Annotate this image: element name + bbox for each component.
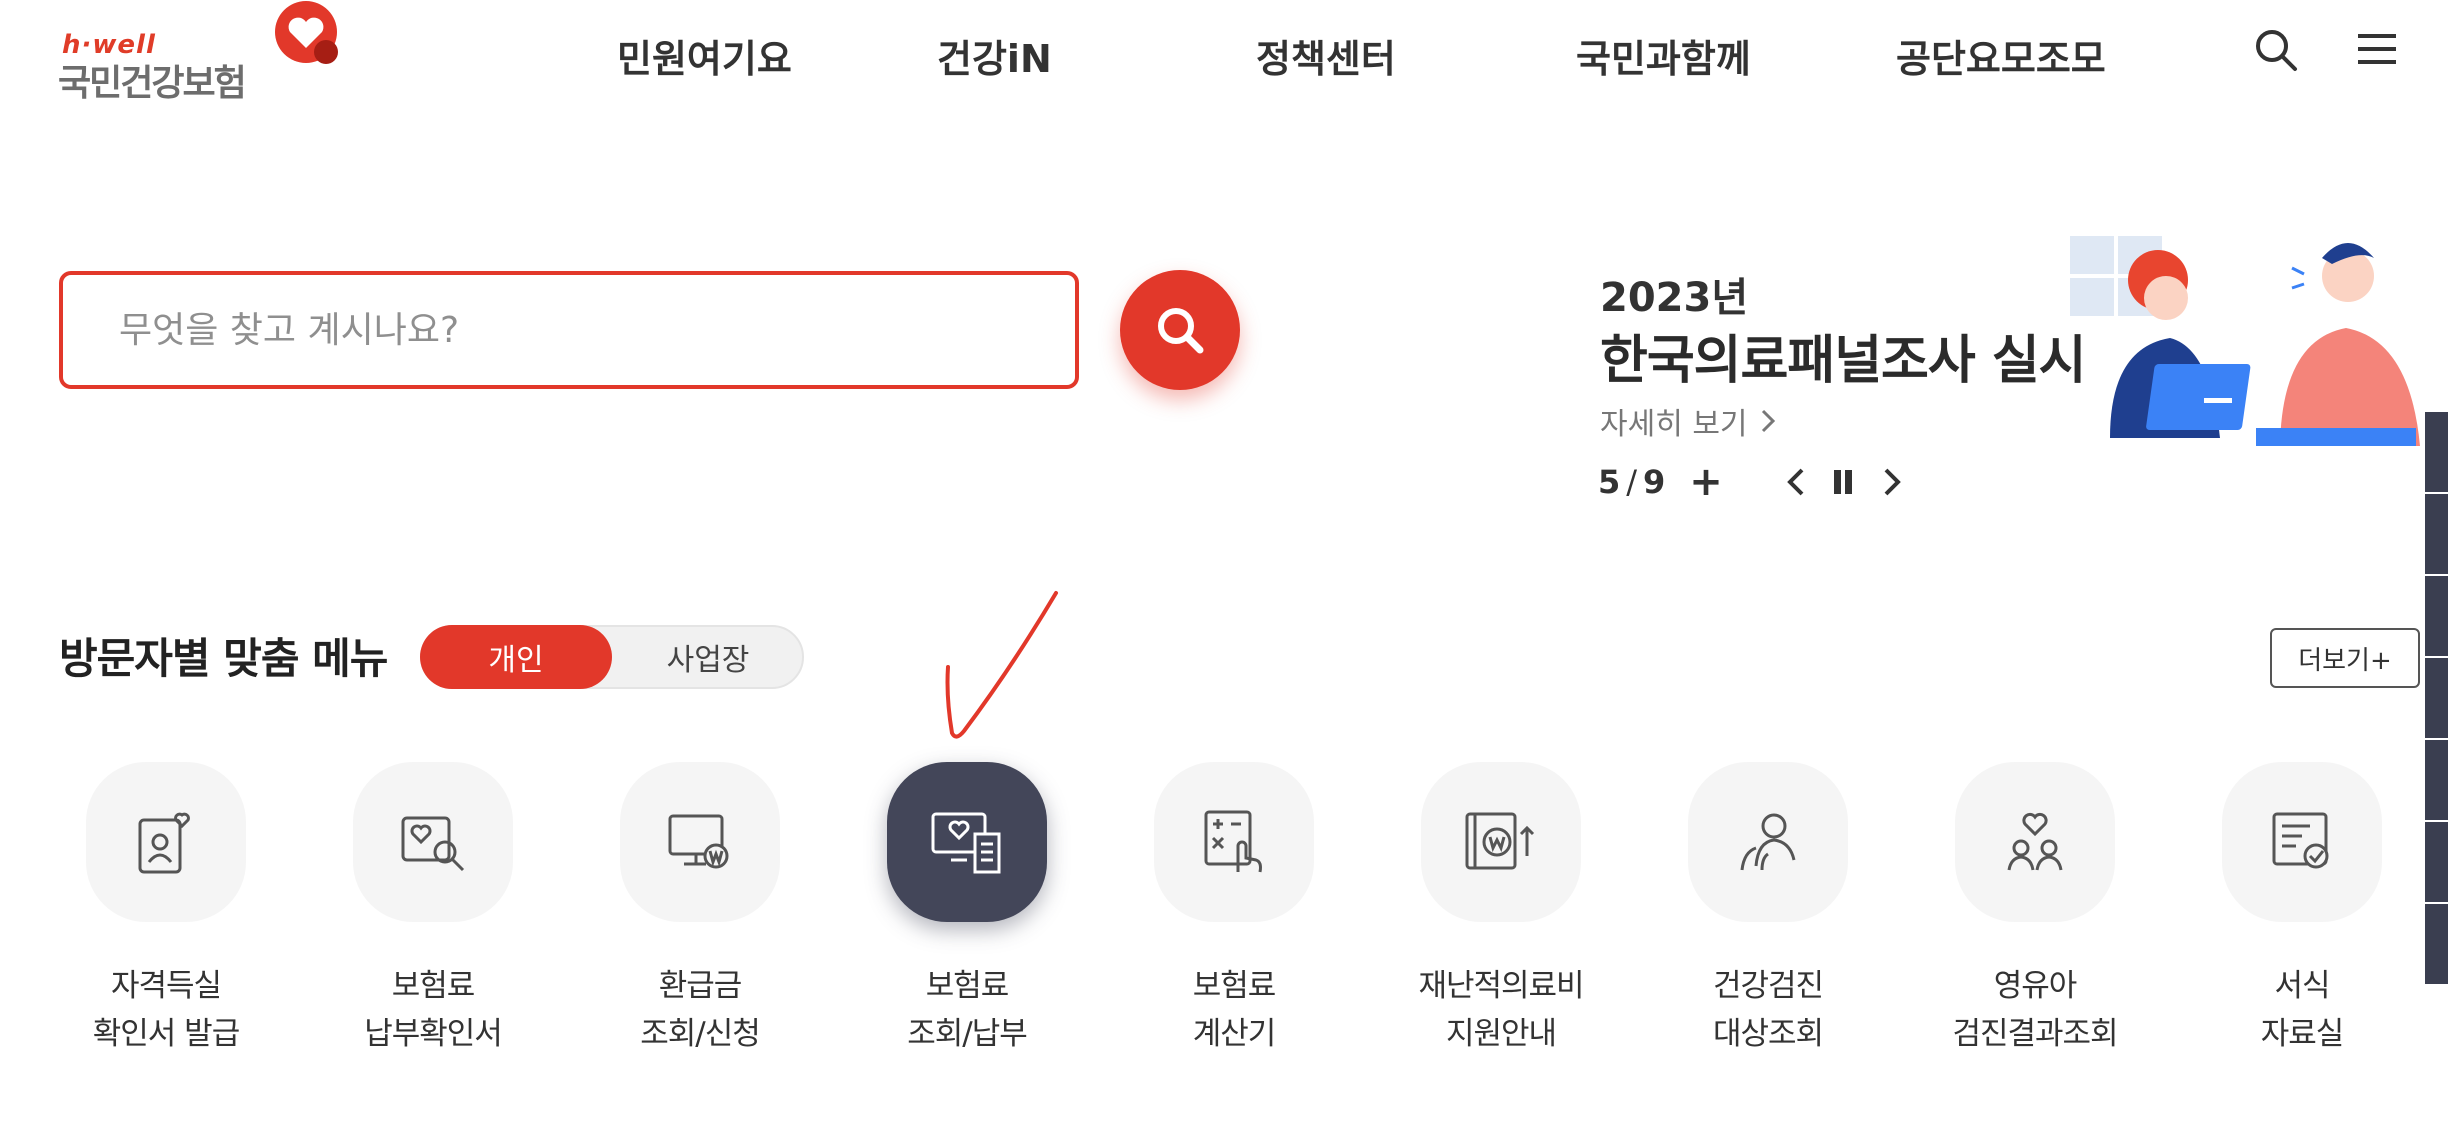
menu-item-checkup-eligibility[interactable]: 건강검진 대상조회 (1658, 762, 1878, 1062)
menu-label: 자격득실 확인서 발급 (56, 962, 276, 1058)
banner-separator: / (1626, 463, 1638, 501)
menu-label-line1: 서식 (2274, 968, 2330, 1004)
checkmark-annotation-icon (945, 591, 1058, 739)
banner-more-label: 자세히 보기 (1600, 407, 1748, 442)
quick-menu-rail[interactable] (2425, 412, 2448, 984)
tab-personal[interactable]: 개인 (420, 625, 612, 689)
calculator-icon (1204, 810, 1262, 873)
tab-business[interactable]: 사업장 (612, 625, 804, 689)
menu-label-line2: 계산기 (1192, 1016, 1277, 1052)
menu-label: 재난적의료비 지원안내 (1391, 962, 1611, 1058)
menu-label-line1: 자격득실 (110, 968, 222, 1004)
menu-item-payment-certificate[interactable]: 보험료 납부확인서 (323, 762, 543, 1062)
menu-label-line1: 환급금 (658, 968, 743, 1004)
menu-label-line2: 자료실 (2260, 1016, 2345, 1052)
rail-divider (2425, 656, 2448, 658)
banner-prev-button[interactable] (1776, 460, 1816, 504)
nav-item-about[interactable]: 공단요모조모 (1896, 28, 2106, 83)
menu-item-forms-library[interactable]: 서식 자료실 (2192, 762, 2412, 1062)
rail-divider (2425, 738, 2448, 740)
nav-item-citizens[interactable]: 국민과함께 (1576, 28, 1751, 83)
menu-label-line1: 보험료 (1192, 968, 1277, 1004)
search-icon[interactable] (2254, 28, 2298, 72)
banner-next-button[interactable] (1872, 460, 1912, 504)
menu-icon-box (1421, 762, 1581, 922)
menu-label-line1: 재난적의료비 (1418, 968, 1584, 1004)
site-logo[interactable]: h·well 국민건강보험 (58, 0, 358, 110)
menu-label-line1: 보험료 (925, 968, 1010, 1004)
banner-pager: 5/9 (1598, 463, 1665, 501)
menu-item-refund[interactable]: 환급금 조회/신청 (590, 762, 810, 1062)
banner-pause-button[interactable] (1823, 460, 1863, 504)
more-button[interactable]: 더보기+ (2270, 628, 2420, 688)
family-heart-icon (2007, 812, 2063, 871)
menu-label-line2: 검진결과조회 (1952, 1016, 2118, 1052)
banner-current: 5 (1598, 463, 1621, 501)
menu-icon-box (1154, 762, 1314, 922)
menu-icon-box (887, 762, 1047, 922)
menu-item-premium-calculator[interactable]: 보험료 계산기 (1124, 762, 1344, 1062)
menu-label: 보험료 조회/납부 (857, 962, 1077, 1058)
menu-icon-box (86, 762, 246, 922)
nav-item-civil[interactable]: 민원여기요 (617, 28, 792, 83)
search-box (59, 271, 1079, 389)
menu-label-line2: 조회/납부 (907, 1016, 1028, 1052)
rail-divider (2425, 574, 2448, 576)
banner-more-link[interactable]: 자세히 보기 (1600, 399, 1776, 443)
menu-icon-box (353, 762, 513, 922)
book-won-icon (1465, 812, 1535, 870)
search-button[interactable] (1120, 270, 1240, 390)
menu-label: 보험료 계산기 (1124, 962, 1344, 1058)
pause-icon (1834, 470, 1852, 494)
menu-label: 서식 자료실 (2192, 962, 2412, 1058)
menu-label-line1: 보험료 (391, 968, 476, 1004)
menu-label-line2: 대상조회 (1712, 1016, 1824, 1052)
menu-item-eligibility-certificate[interactable]: 자격득실 확인서 발급 (56, 762, 276, 1062)
chevron-left-icon (1787, 468, 1804, 496)
menu-item-premium-payment[interactable]: 보험료 조회/납부 (857, 762, 1077, 1062)
rail-divider (2425, 492, 2448, 494)
menu-label: 영유아 검진결과조회 (1925, 962, 2145, 1058)
certificate-icon (138, 812, 190, 874)
monitor-receipt-icon (931, 812, 1001, 874)
hamburger-menu-icon[interactable] (2356, 28, 2400, 72)
menu-icon-box (2222, 762, 2382, 922)
document-search-icon (401, 816, 465, 872)
banner-year: 2023년 (1600, 275, 1749, 321)
form-check-icon (2272, 812, 2329, 869)
visitor-type-toggle: 개인 사업장 (420, 625, 804, 689)
menu-label: 보험료 납부확인서 (323, 962, 543, 1058)
menu-label-line2: 납부확인서 (364, 1016, 503, 1052)
menu-icon-box (620, 762, 780, 922)
menu-label-line1: 영유아 (1993, 968, 2078, 1004)
menu-label-line2: 조회/신청 (640, 1016, 761, 1052)
heart-logo-icon (275, 1, 338, 64)
people-icon (1740, 813, 1796, 871)
search-icon (1158, 308, 1204, 354)
chevron-right-icon (1761, 409, 1775, 433)
banner-controls: 5/9 (1598, 460, 1665, 504)
menu-label: 환급금 조회/신청 (590, 962, 810, 1058)
banner-view-all-button[interactable]: + (1686, 459, 1726, 505)
menu-label-line2: 지원안내 (1445, 1016, 1557, 1052)
monitor-won-icon (668, 814, 729, 869)
nav-item-policy[interactable]: 정책센터 (1256, 28, 1396, 83)
visitor-menu-title: 방문자별 맞춤 메뉴 (59, 634, 388, 683)
search-input[interactable] (63, 275, 1075, 385)
chevron-right-icon (1884, 468, 1901, 496)
menu-label-line2: 확인서 발급 (92, 1016, 240, 1052)
menu-icon-box (1955, 762, 2115, 922)
rail-divider (2425, 902, 2448, 904)
menu-label: 건강검진 대상조회 (1658, 962, 1878, 1058)
banner-total: 9 (1643, 463, 1666, 501)
nav-item-health[interactable]: 건강iN (937, 28, 1052, 83)
menu-label-line1: 건강검진 (1712, 968, 1824, 1004)
banner-title[interactable]: 한국의료패널조사 실시 (1600, 318, 2087, 393)
rail-divider (2425, 820, 2448, 822)
logo-text: 국민건강보험 (58, 63, 247, 104)
menu-item-catastrophic-support[interactable]: 재난적의료비 지원안내 (1391, 762, 1611, 1062)
menu-item-infant-checkup-results[interactable]: 영유아 검진결과조회 (1925, 762, 2145, 1062)
menu-icon-box (1688, 762, 1848, 922)
banner-illustration (2070, 236, 2420, 446)
